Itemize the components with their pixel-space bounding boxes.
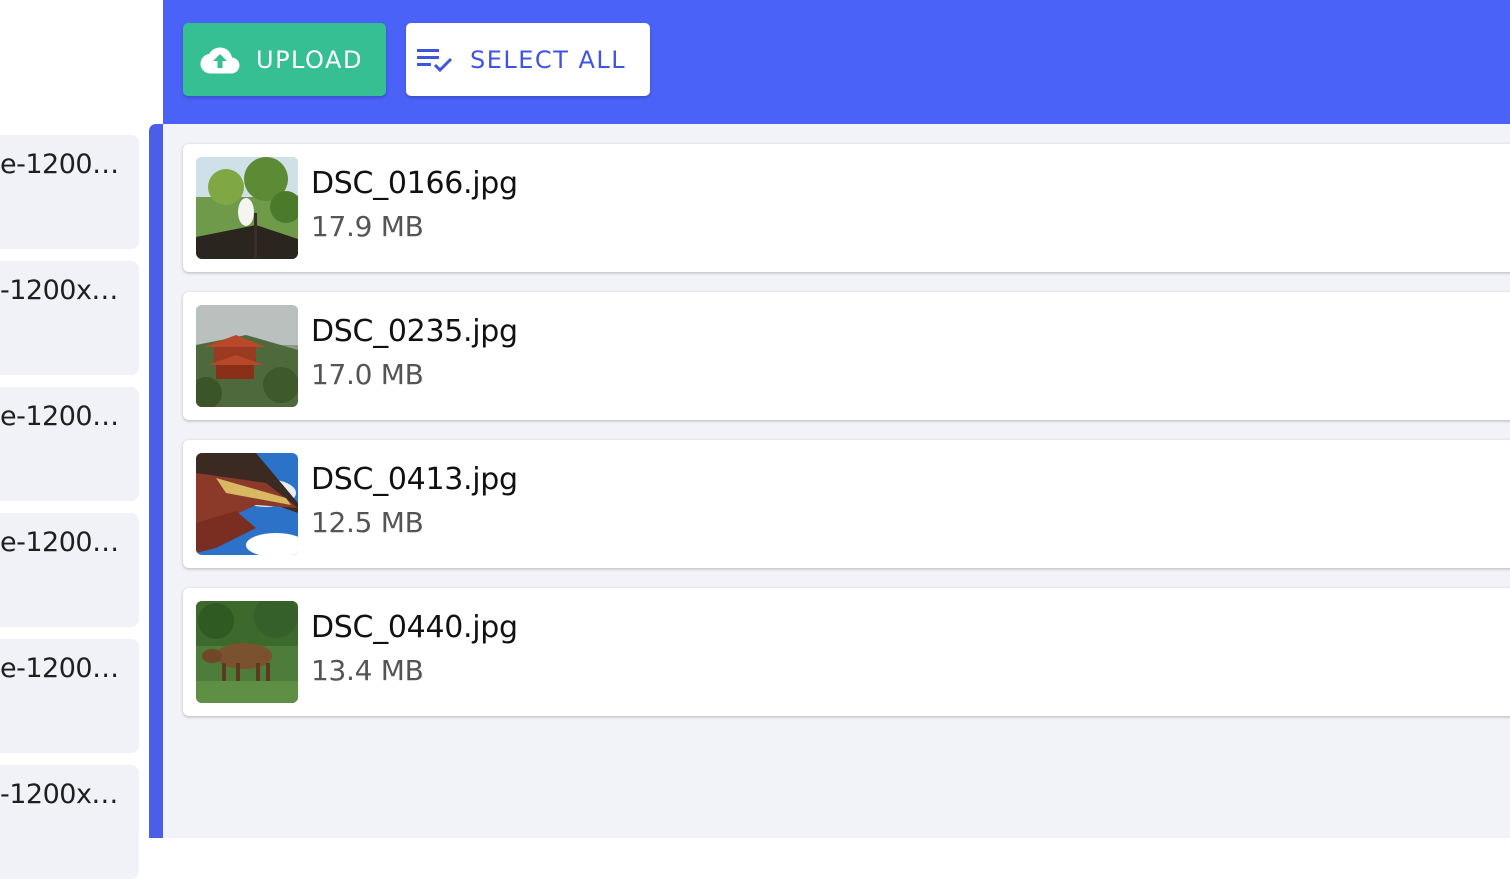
list-item-label: e-1200… xyxy=(0,527,119,558)
cloud-upload-icon xyxy=(200,46,240,74)
list-item[interactable]: e-1200… xyxy=(0,639,139,753)
file-name: DSC_0440.jpg xyxy=(311,610,518,645)
file-thumbnail xyxy=(196,157,298,259)
checklist-icon xyxy=(416,46,454,74)
select-all-button-label: SELECT ALL xyxy=(470,45,627,74)
file-name: DSC_0235.jpg xyxy=(311,314,518,349)
file-thumbnail xyxy=(196,453,298,555)
list-item-label: e-1200… xyxy=(0,653,119,684)
panel-divider-scrollbar[interactable] xyxy=(149,124,163,838)
list-item-label: -1200x… xyxy=(0,275,118,306)
file-size: 13.4 MB xyxy=(311,654,424,687)
toolbar: UPLOAD SELECT ALL xyxy=(163,0,1510,124)
list-item-label: -1200x… xyxy=(0,779,118,810)
list-item[interactable]: e-1200… xyxy=(0,387,139,501)
list-item[interactable]: e-1200… xyxy=(0,135,139,249)
file-size: 12.5 MB xyxy=(311,506,424,539)
list-item[interactable]: -1200x… xyxy=(0,765,139,879)
file-name: DSC_0413.jpg xyxy=(311,462,518,497)
list-item[interactable]: -1200x… xyxy=(0,261,139,375)
file-size: 17.0 MB xyxy=(311,358,424,391)
file-thumbnail xyxy=(196,601,298,703)
list-item-label: e-1200… xyxy=(0,149,119,180)
list-item-label: e-1200… xyxy=(0,401,119,432)
file-list: DSC_0166.jpg 17.9 MB DSC_0235.jpg 17.0 M… xyxy=(163,124,1510,838)
file-card[interactable]: DSC_0440.jpg 13.4 MB xyxy=(183,588,1510,716)
left-file-list: e-1200… -1200x… e-1200… e-1200… e-1200… … xyxy=(0,0,150,879)
list-item[interactable]: e-1200… xyxy=(0,513,139,627)
file-thumbnail xyxy=(196,305,298,407)
file-card[interactable]: DSC_0235.jpg 17.0 MB xyxy=(183,292,1510,420)
file-name: DSC_0166.jpg xyxy=(311,166,518,201)
select-all-button[interactable]: SELECT ALL xyxy=(406,23,650,96)
upload-button-label: UPLOAD xyxy=(256,45,363,74)
file-size: 17.9 MB xyxy=(311,210,424,243)
upload-button[interactable]: UPLOAD xyxy=(183,23,386,96)
file-card[interactable]: DSC_0413.jpg 12.5 MB xyxy=(183,440,1510,568)
file-card[interactable]: DSC_0166.jpg 17.9 MB xyxy=(183,144,1510,272)
